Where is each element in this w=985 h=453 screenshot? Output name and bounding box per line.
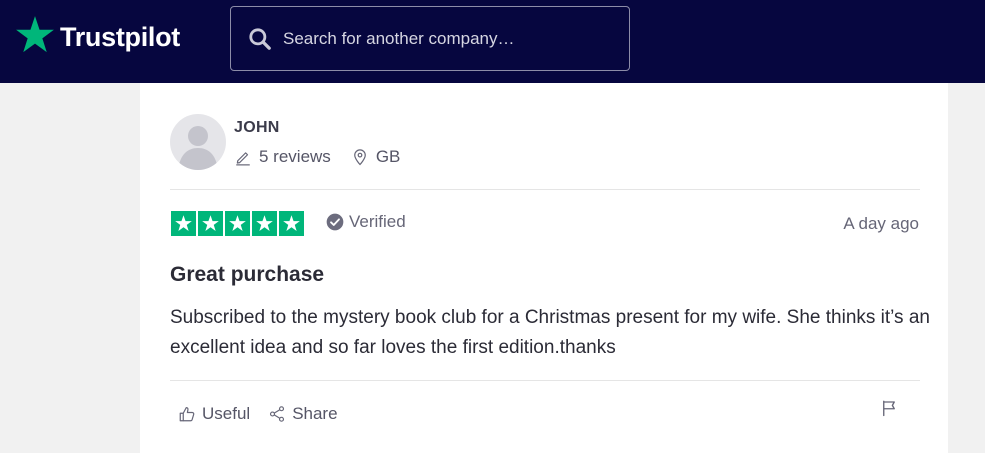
review-body: Subscribed to the mystery book club for … [170,307,930,358]
avatar[interactable] [170,114,226,170]
star-icon [225,211,250,236]
verified-badge[interactable]: Verified [325,212,406,232]
share-label: Share [292,404,338,423]
star-icon [16,16,54,53]
divider [170,189,920,190]
share-icon [270,406,285,422]
reviewer-location: GB [351,147,401,167]
star-rating [171,211,306,236]
report-button[interactable] [880,399,898,417]
star-icon [252,211,277,236]
verified-label: Verified [349,212,406,231]
location-pin-icon [353,149,366,166]
top-header: Trustpilot [0,0,985,83]
reviewer-name[interactable]: JOHN [234,119,280,137]
useful-button[interactable]: Useful [178,404,250,424]
star-icon [171,211,196,236]
brand-name: Trustpilot [60,21,180,52]
reviews-count: 5 reviews [259,147,331,166]
verified-check-icon [326,213,344,231]
review-title[interactable]: Great purchase [170,263,324,287]
search-input[interactable] [283,28,613,49]
flag-icon [883,400,895,417]
person-silhouette-icon [178,126,218,170]
company-search-box[interactable] [230,6,630,71]
search-icon[interactable] [247,26,273,52]
country-code: GB [375,147,401,166]
review-date: A day ago [843,214,919,233]
trustpilot-logo[interactable]: Trustpilot [14,14,180,56]
useful-label: Useful [202,404,251,423]
star-icon [198,211,223,236]
divider [170,380,920,381]
reviewer-meta: 5 reviews GB [234,147,400,167]
thumbs-up-icon [179,407,195,422]
star-icon [279,211,304,236]
share-button[interactable]: Share [268,404,338,424]
review-actions: Useful Share [178,404,356,424]
pencil-icon [236,152,250,166]
review-card: JOHN 5 reviews GB Verified A day ago Gre [140,83,948,453]
